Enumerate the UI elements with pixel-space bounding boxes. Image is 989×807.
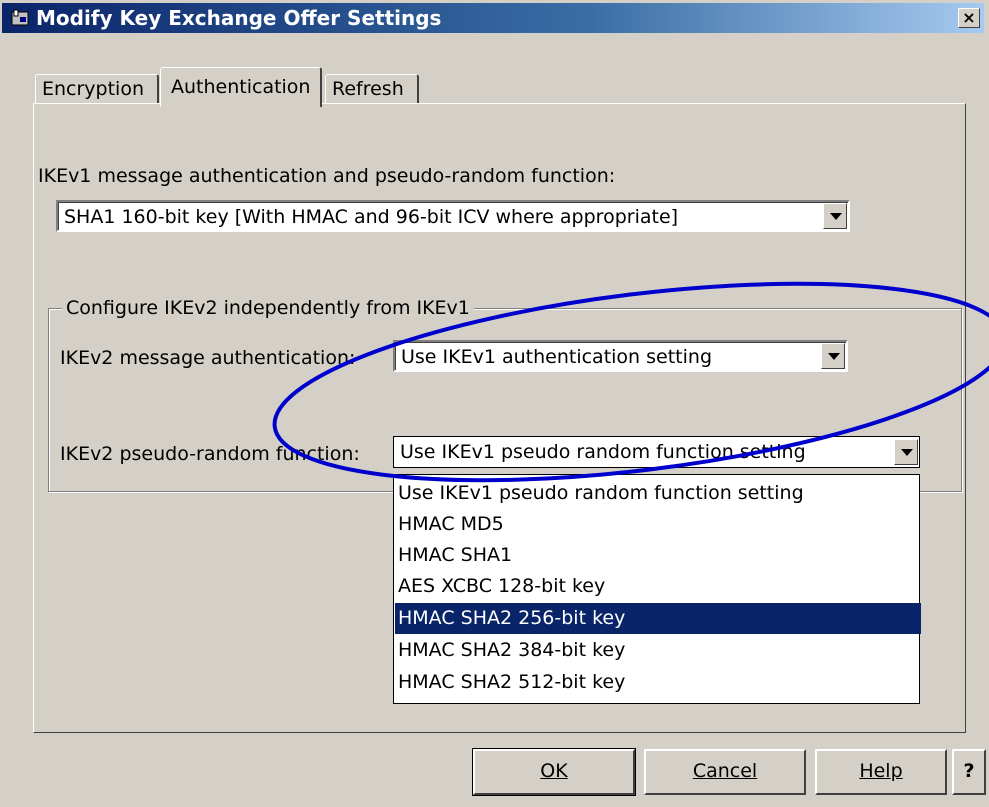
app-icon bbox=[11, 9, 29, 26]
list-item[interactable]: HMAC SHA2 384-bit key bbox=[395, 635, 921, 666]
cancel-button-label: Cancel bbox=[692, 760, 758, 782]
tab-encryption[interactable]: Encryption bbox=[35, 74, 159, 104]
ikev2-auth-label: IKEv2 message authentication: bbox=[60, 347, 356, 369]
list-item[interactable]: HMAC SHA1 bbox=[395, 540, 921, 571]
ok-button-label: OK bbox=[540, 760, 568, 782]
ikev2-auth-select-value: Use IKEv1 authentication setting bbox=[401, 346, 713, 368]
question-button[interactable]: ? bbox=[952, 749, 986, 795]
help-button[interactable]: Help bbox=[815, 749, 947, 795]
help-button-label: Help bbox=[859, 760, 903, 782]
prf-dropdown-list: Use IKEv1 pseudo random function setting… bbox=[393, 474, 921, 704]
question-button-label: ? bbox=[963, 760, 975, 782]
title-bar: Modify Key Exchange Offer Settings × bbox=[2, 3, 984, 33]
list-item[interactable]: HMAC SHA2 512-bit key bbox=[395, 667, 921, 698]
ikev2-group-legend: Configure IKEv2 independently from IKEv1 bbox=[62, 297, 474, 319]
ok-button[interactable]: OK bbox=[472, 748, 636, 796]
window-title: Modify Key Exchange Offer Settings bbox=[36, 6, 442, 30]
ikev2-auth-select[interactable]: Use IKEv1 authentication setting bbox=[393, 340, 848, 372]
list-item-highlighted[interactable]: HMAC SHA2 256-bit key bbox=[395, 603, 921, 634]
tab-refresh[interactable]: Refresh bbox=[325, 74, 419, 104]
ikev2-prf-select[interactable]: Use IKEv1 pseudo random function setting bbox=[393, 436, 920, 468]
list-item[interactable]: HMAC MD5 bbox=[395, 509, 921, 540]
ikev1-select[interactable]: SHA1 160-bit key [With HMAC and 96-bit I… bbox=[56, 200, 850, 232]
chevron-down-icon[interactable] bbox=[894, 439, 918, 465]
ikev1-select-value: SHA1 160-bit key [With HMAC and 96-bit I… bbox=[64, 206, 679, 228]
list-item[interactable]: Use IKEv1 pseudo random function setting bbox=[395, 478, 921, 509]
close-button[interactable]: × bbox=[958, 8, 980, 28]
tab-authentication[interactable]: Authentication bbox=[160, 67, 322, 107]
ikev2-prf-label: IKEv2 pseudo-random function: bbox=[60, 443, 360, 465]
chevron-down-icon[interactable] bbox=[823, 203, 847, 229]
ikev2-prf-select-value: Use IKEv1 pseudo random function setting bbox=[400, 441, 806, 463]
ikev1-label: IKEv1 message authentication and pseudo-… bbox=[38, 165, 616, 187]
dialog-window: Modify Key Exchange Offer Settings × Enc… bbox=[0, 0, 989, 807]
chevron-down-icon[interactable] bbox=[821, 343, 845, 369]
list-item[interactable]: AES XCBC 128-bit key bbox=[395, 571, 921, 602]
cancel-button[interactable]: Cancel bbox=[644, 749, 806, 795]
